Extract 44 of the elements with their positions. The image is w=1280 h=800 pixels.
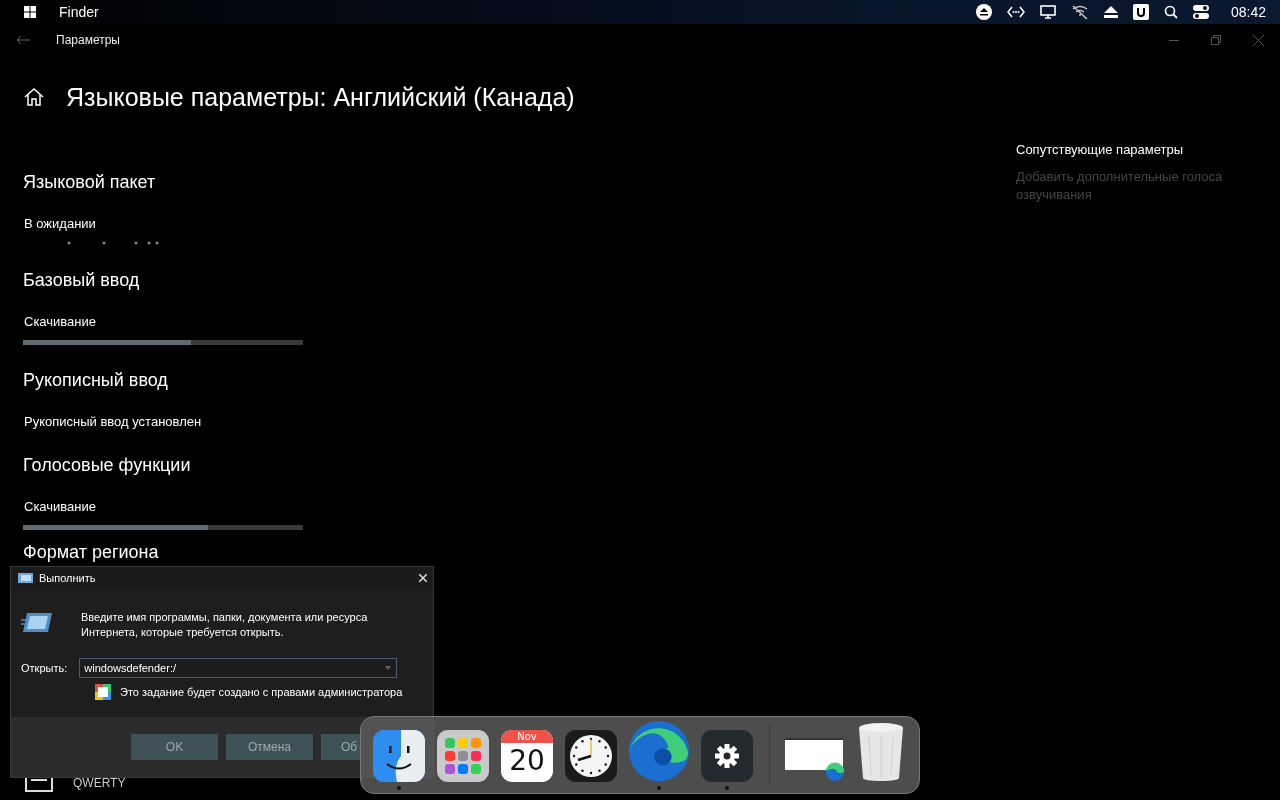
- command-input[interactable]: windowsdefender:/: [79, 658, 398, 678]
- clock-icon[interactable]: [565, 730, 617, 782]
- open-label: Открыть:: [21, 662, 68, 674]
- settings-icon[interactable]: [701, 730, 754, 782]
- muted-signal-icon[interactable]: [1070, 5, 1089, 19]
- section-heading: Базовый ввод: [23, 269, 141, 292]
- back-arrow-icon[interactable]: [16, 35, 30, 45]
- letter-u-icon[interactable]: [1132, 4, 1149, 20]
- smiling-face-icon[interactable]: [373, 730, 425, 782]
- trash-icon[interactable]: [857, 722, 905, 782]
- app-name[interactable]: Finder: [59, 4, 99, 20]
- status-text: Рукописный ввод установлен: [24, 414, 203, 430]
- run-icon: [21, 611, 53, 633]
- admin-note: Это задание будет создано с правами администратора: [120, 686, 403, 698]
- eject-icon[interactable]: [975, 4, 992, 20]
- clock-time[interactable]: 08:42: [1230, 4, 1266, 20]
- status-text: Скачивание: [24, 499, 97, 515]
- section-heading: Формат региона: [23, 541, 160, 564]
- search-icon[interactable]: [1163, 5, 1178, 19]
- dialog-title: Выполнить: [39, 572, 96, 584]
- section-heading: Языковой пакет: [23, 171, 157, 194]
- home-icon[interactable]: [24, 88, 44, 106]
- status-text: Скачивание: [24, 314, 97, 330]
- minimize-icon[interactable]: [1169, 39, 1179, 41]
- eject-icon[interactable]: [1103, 6, 1118, 18]
- page-heading: Языковые параметры: Английский (Канада): [66, 82, 575, 112]
- keyboard-layout-text[interactable]: QWERTY: [73, 776, 126, 790]
- dropdown-caret-icon[interactable]: [385, 666, 392, 670]
- section-heading: Рукописный ввод: [23, 369, 169, 392]
- toggles-icon[interactable]: [1192, 4, 1209, 20]
- status-text: В ожидании: [24, 216, 97, 232]
- window-title: Параметры: [56, 33, 120, 47]
- windows-logo-icon[interactable]: [24, 6, 36, 18]
- swirl-icon[interactable]: [627, 720, 692, 783]
- dialog-description: Введите имя программы, папки, документа или ресурса Интернета, которые требуется открыть.: [81, 610, 369, 640]
- colorful-square-icon: [95, 684, 111, 700]
- code-arrows-icon[interactable]: [1006, 6, 1025, 18]
- calendar-icon[interactable]: Nov 20: [501, 730, 553, 782]
- app-grid-icon[interactable]: [437, 730, 489, 782]
- related-heading: Сопутствующие параметры: [1016, 142, 1185, 158]
- section-heading: Голосовые функции: [23, 454, 192, 477]
- monitor-icon[interactable]: [1039, 5, 1056, 19]
- run-icon: [17, 572, 33, 584]
- restore-icon[interactable]: [1211, 35, 1221, 45]
